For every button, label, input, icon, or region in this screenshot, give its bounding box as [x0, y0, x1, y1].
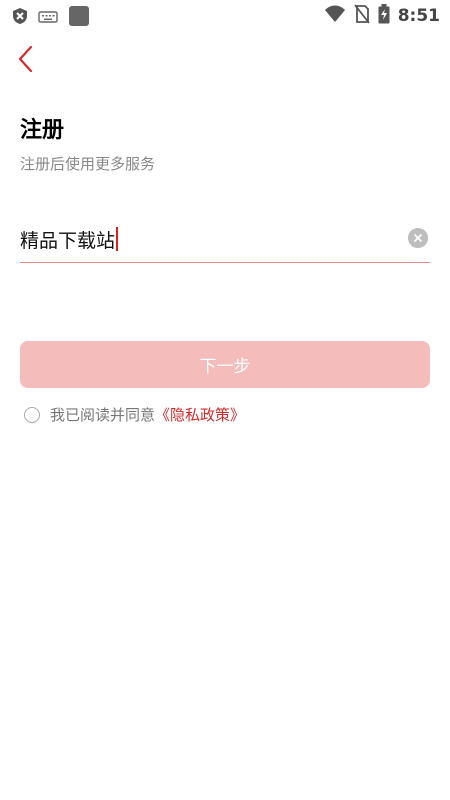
text-caret	[116, 227, 119, 251]
username-field[interactable]: 精品下载站	[20, 222, 430, 263]
battery-charging-icon	[378, 4, 390, 28]
agree-text: 我已阅读并同意	[50, 406, 156, 424]
privacy-policy-link[interactable]: 《隐私政策》	[155, 404, 245, 425]
chevron-left-icon	[17, 45, 33, 77]
page-subtitle: 注册后使用更多服务	[20, 155, 156, 173]
back-button[interactable]	[10, 44, 40, 78]
privacy-agreement: 我已阅读并同意 《隐私政策》	[24, 404, 245, 425]
status-bar: 8:51	[0, 0, 450, 32]
username-input[interactable]: 精品下载站	[20, 226, 119, 253]
status-time: 8:51	[397, 6, 440, 26]
status-left-icons	[12, 5, 90, 31]
input-value: 精品下载站	[20, 230, 116, 252]
status-right-icons: 8:51	[324, 4, 440, 28]
keyboard-icon	[38, 9, 58, 28]
page-title: 注册	[20, 118, 65, 143]
clear-icon[interactable]	[408, 228, 428, 248]
app-square-icon	[68, 5, 90, 31]
no-sim-icon	[353, 4, 370, 28]
agree-radio[interactable]	[24, 406, 40, 423]
wifi-icon	[324, 5, 346, 27]
shield-icon	[12, 7, 28, 29]
next-button[interactable]: 下一步	[20, 341, 430, 388]
